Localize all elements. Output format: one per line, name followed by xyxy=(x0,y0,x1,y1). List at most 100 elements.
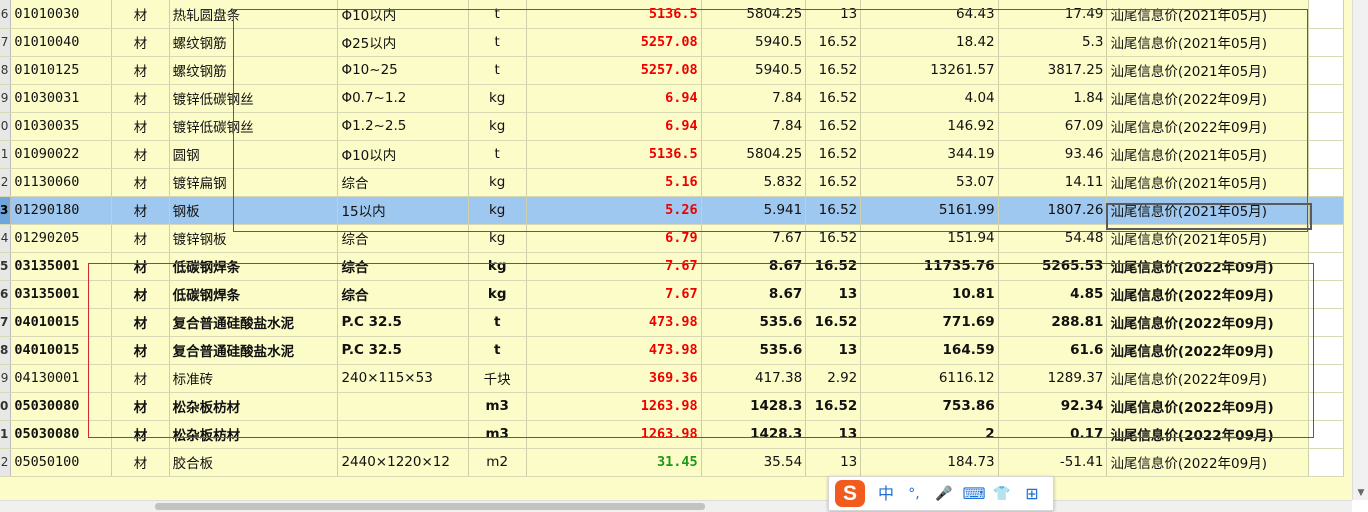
code-cell[interactable]: 05030080 xyxy=(10,392,113,421)
table-row[interactable]: 2 01130060 材镀锌扁钢 综合 kg 5.16 5.832 16.52 53.07 14.… xyxy=(0,168,1345,197)
qty-cell[interactable]: 16.52 xyxy=(805,112,862,141)
qty-cell[interactable]: 16.52 xyxy=(805,140,862,169)
table-row[interactable]: 3 01290180 材钢板 15以内 kg 5.26 5.941 16.52 5161.99 1… xyxy=(0,196,1345,225)
name-cell[interactable]: 螺纹钢筋 xyxy=(169,56,339,85)
unit-cell[interactable]: m3 xyxy=(468,420,527,449)
diff-cell[interactable]: 3817.25 xyxy=(998,56,1108,85)
price-cell[interactable]: 473.98 xyxy=(526,308,702,337)
code-cell[interactable]: 03135001 xyxy=(10,280,113,309)
table-row[interactable]: 9 01030031 材镀锌低碳钢丝 Φ0.7~1.2 kg 6.94 7.84 16.52 4… xyxy=(0,84,1345,113)
source-cell[interactable]: 汕尾信息价(2022年09月) xyxy=(1106,448,1309,477)
blank-cell[interactable] xyxy=(1308,448,1345,477)
source-cell[interactable]: 汕尾信息价(2022年09月) xyxy=(1106,280,1309,309)
name-cell[interactable]: 圆钢 xyxy=(169,140,339,169)
qty-cell[interactable]: 13 xyxy=(805,420,862,449)
blank-cell[interactable] xyxy=(1308,224,1345,253)
source-cell[interactable]: 汕尾信息价(2021年05月) xyxy=(1106,140,1309,169)
price-cell[interactable]: 1263.98 xyxy=(526,392,702,421)
qty-cell[interactable]: 13 xyxy=(805,336,862,365)
qty-cell[interactable]: 13 xyxy=(805,0,862,29)
source-cell[interactable]: 汕尾信息价(2021年05月) xyxy=(1106,168,1309,197)
table-row[interactable]: 4 01290205 材镀锌钢板 综合 kg 6.79 7.67 16.52 151.94 54.… xyxy=(0,224,1345,253)
row-number[interactable]: 0 xyxy=(0,392,12,421)
type-cell[interactable]: 材 xyxy=(111,168,170,197)
row-number[interactable]: 2 xyxy=(0,168,12,197)
diff-cell[interactable]: 1289.37 xyxy=(998,364,1108,393)
diff-cell[interactable]: 1.84 xyxy=(998,84,1108,113)
toolbox-icon[interactable]: ⊞ xyxy=(1020,483,1044,505)
row-number[interactable]: 5 xyxy=(0,252,12,281)
amount-cell[interactable]: 53.07 xyxy=(860,168,999,197)
price-cell[interactable]: 473.98 xyxy=(526,336,702,365)
type-cell[interactable]: 材 xyxy=(111,280,170,309)
name-cell[interactable]: 热轧圆盘条 xyxy=(169,0,339,29)
qty-cell[interactable]: 16.52 xyxy=(805,168,862,197)
diff-cell[interactable]: -51.41 xyxy=(998,448,1108,477)
table-row[interactable]: 8 04010015 材复合普通硅酸盐水泥 P.C 32.5 t 473.98 535.6 1… xyxy=(0,336,1345,365)
unit-cell[interactable]: t xyxy=(468,56,527,85)
source-cell[interactable]: 汕尾信息价(2022年09月) xyxy=(1106,392,1309,421)
blank-cell[interactable] xyxy=(1308,168,1345,197)
code-cell[interactable]: 01290180 xyxy=(10,196,113,225)
blank-cell[interactable] xyxy=(1308,252,1345,281)
row-number[interactable]: 9 xyxy=(0,84,12,113)
type-cell[interactable]: 材 xyxy=(111,448,170,477)
diff-cell[interactable]: 54.48 xyxy=(998,224,1108,253)
spec-cell[interactable]: 综合 xyxy=(337,224,469,253)
type-cell[interactable]: 材 xyxy=(111,140,170,169)
unit-cell[interactable]: kg xyxy=(468,196,527,225)
unit-cell[interactable]: t xyxy=(468,140,527,169)
row-number[interactable]: 4 xyxy=(0,224,12,253)
spec-cell[interactable]: Φ10以内 xyxy=(337,140,469,169)
blank-cell[interactable] xyxy=(1308,84,1345,113)
sogou-logo-icon[interactable]: S xyxy=(835,480,865,507)
name-cell[interactable]: 镀锌钢板 xyxy=(169,224,339,253)
diff-cell[interactable]: 61.6 xyxy=(998,336,1108,365)
source-cell[interactable]: 汕尾信息价(2022年09月) xyxy=(1106,112,1309,141)
row-number[interactable]: 9 xyxy=(0,364,12,393)
price-cell[interactable]: 5.26 xyxy=(526,196,702,225)
source-cell[interactable]: 汕尾信息价(2021年05月) xyxy=(1106,0,1309,29)
unit-cell[interactable]: kg xyxy=(468,252,527,281)
price-cell[interactable]: 7.67 xyxy=(526,280,702,309)
code-cell[interactable]: 05030080 xyxy=(10,420,113,449)
base-price-cell[interactable]: 35.54 xyxy=(701,448,807,477)
price-cell[interactable]: 6.94 xyxy=(526,84,702,113)
table-row[interactable]: 1 05030080 材松杂板枋材 m3 1263.98 1428.3 13 2 0.17 汕尾信… xyxy=(0,420,1345,449)
spec-cell[interactable]: Φ10以内 xyxy=(337,0,469,29)
diff-cell[interactable]: 67.09 xyxy=(998,112,1108,141)
code-cell[interactable]: 01010040 xyxy=(10,28,113,57)
horizontal-scroll-thumb[interactable] xyxy=(155,503,705,510)
price-cell[interactable]: 5136.5 xyxy=(526,140,702,169)
price-cell[interactable]: 5257.08 xyxy=(526,56,702,85)
spec-cell[interactable]: P.C 32.5 xyxy=(337,308,469,337)
spec-cell[interactable] xyxy=(337,392,469,421)
spec-cell[interactable]: 2440×1220×12 xyxy=(337,448,469,477)
code-cell[interactable]: 01090022 xyxy=(10,140,113,169)
base-price-cell[interactable]: 5804.25 xyxy=(701,0,807,29)
ime-punctuation-toggle[interactable]: °, xyxy=(902,483,926,505)
amount-cell[interactable]: 164.59 xyxy=(860,336,999,365)
qty-cell[interactable]: 16.52 xyxy=(805,28,862,57)
base-price-cell[interactable]: 8.67 xyxy=(701,252,807,281)
type-cell[interactable]: 材 xyxy=(111,392,170,421)
row-number[interactable]: 6 xyxy=(0,280,12,309)
diff-cell[interactable]: 14.11 xyxy=(998,168,1108,197)
row-number[interactable]: 8 xyxy=(0,56,12,85)
qty-cell[interactable]: 16.52 xyxy=(805,308,862,337)
horizontal-scrollbar[interactable] xyxy=(0,500,1352,512)
unit-cell[interactable]: 千块 xyxy=(468,364,527,393)
amount-cell[interactable]: 5161.99 xyxy=(860,196,999,225)
qty-cell[interactable]: 16.52 xyxy=(805,224,862,253)
spec-cell[interactable]: 综合 xyxy=(337,168,469,197)
row-number[interactable]: 1 xyxy=(0,140,12,169)
base-price-cell[interactable]: 535.6 xyxy=(701,308,807,337)
base-price-cell[interactable]: 5940.5 xyxy=(701,56,807,85)
unit-cell[interactable]: kg xyxy=(468,224,527,253)
spec-cell[interactable]: 240×115×53 xyxy=(337,364,469,393)
type-cell[interactable]: 材 xyxy=(111,252,170,281)
base-price-cell[interactable]: 7.84 xyxy=(701,84,807,113)
type-cell[interactable]: 材 xyxy=(111,308,170,337)
base-price-cell[interactable]: 5.941 xyxy=(701,196,807,225)
name-cell[interactable]: 复合普通硅酸盐水泥 xyxy=(169,336,339,365)
